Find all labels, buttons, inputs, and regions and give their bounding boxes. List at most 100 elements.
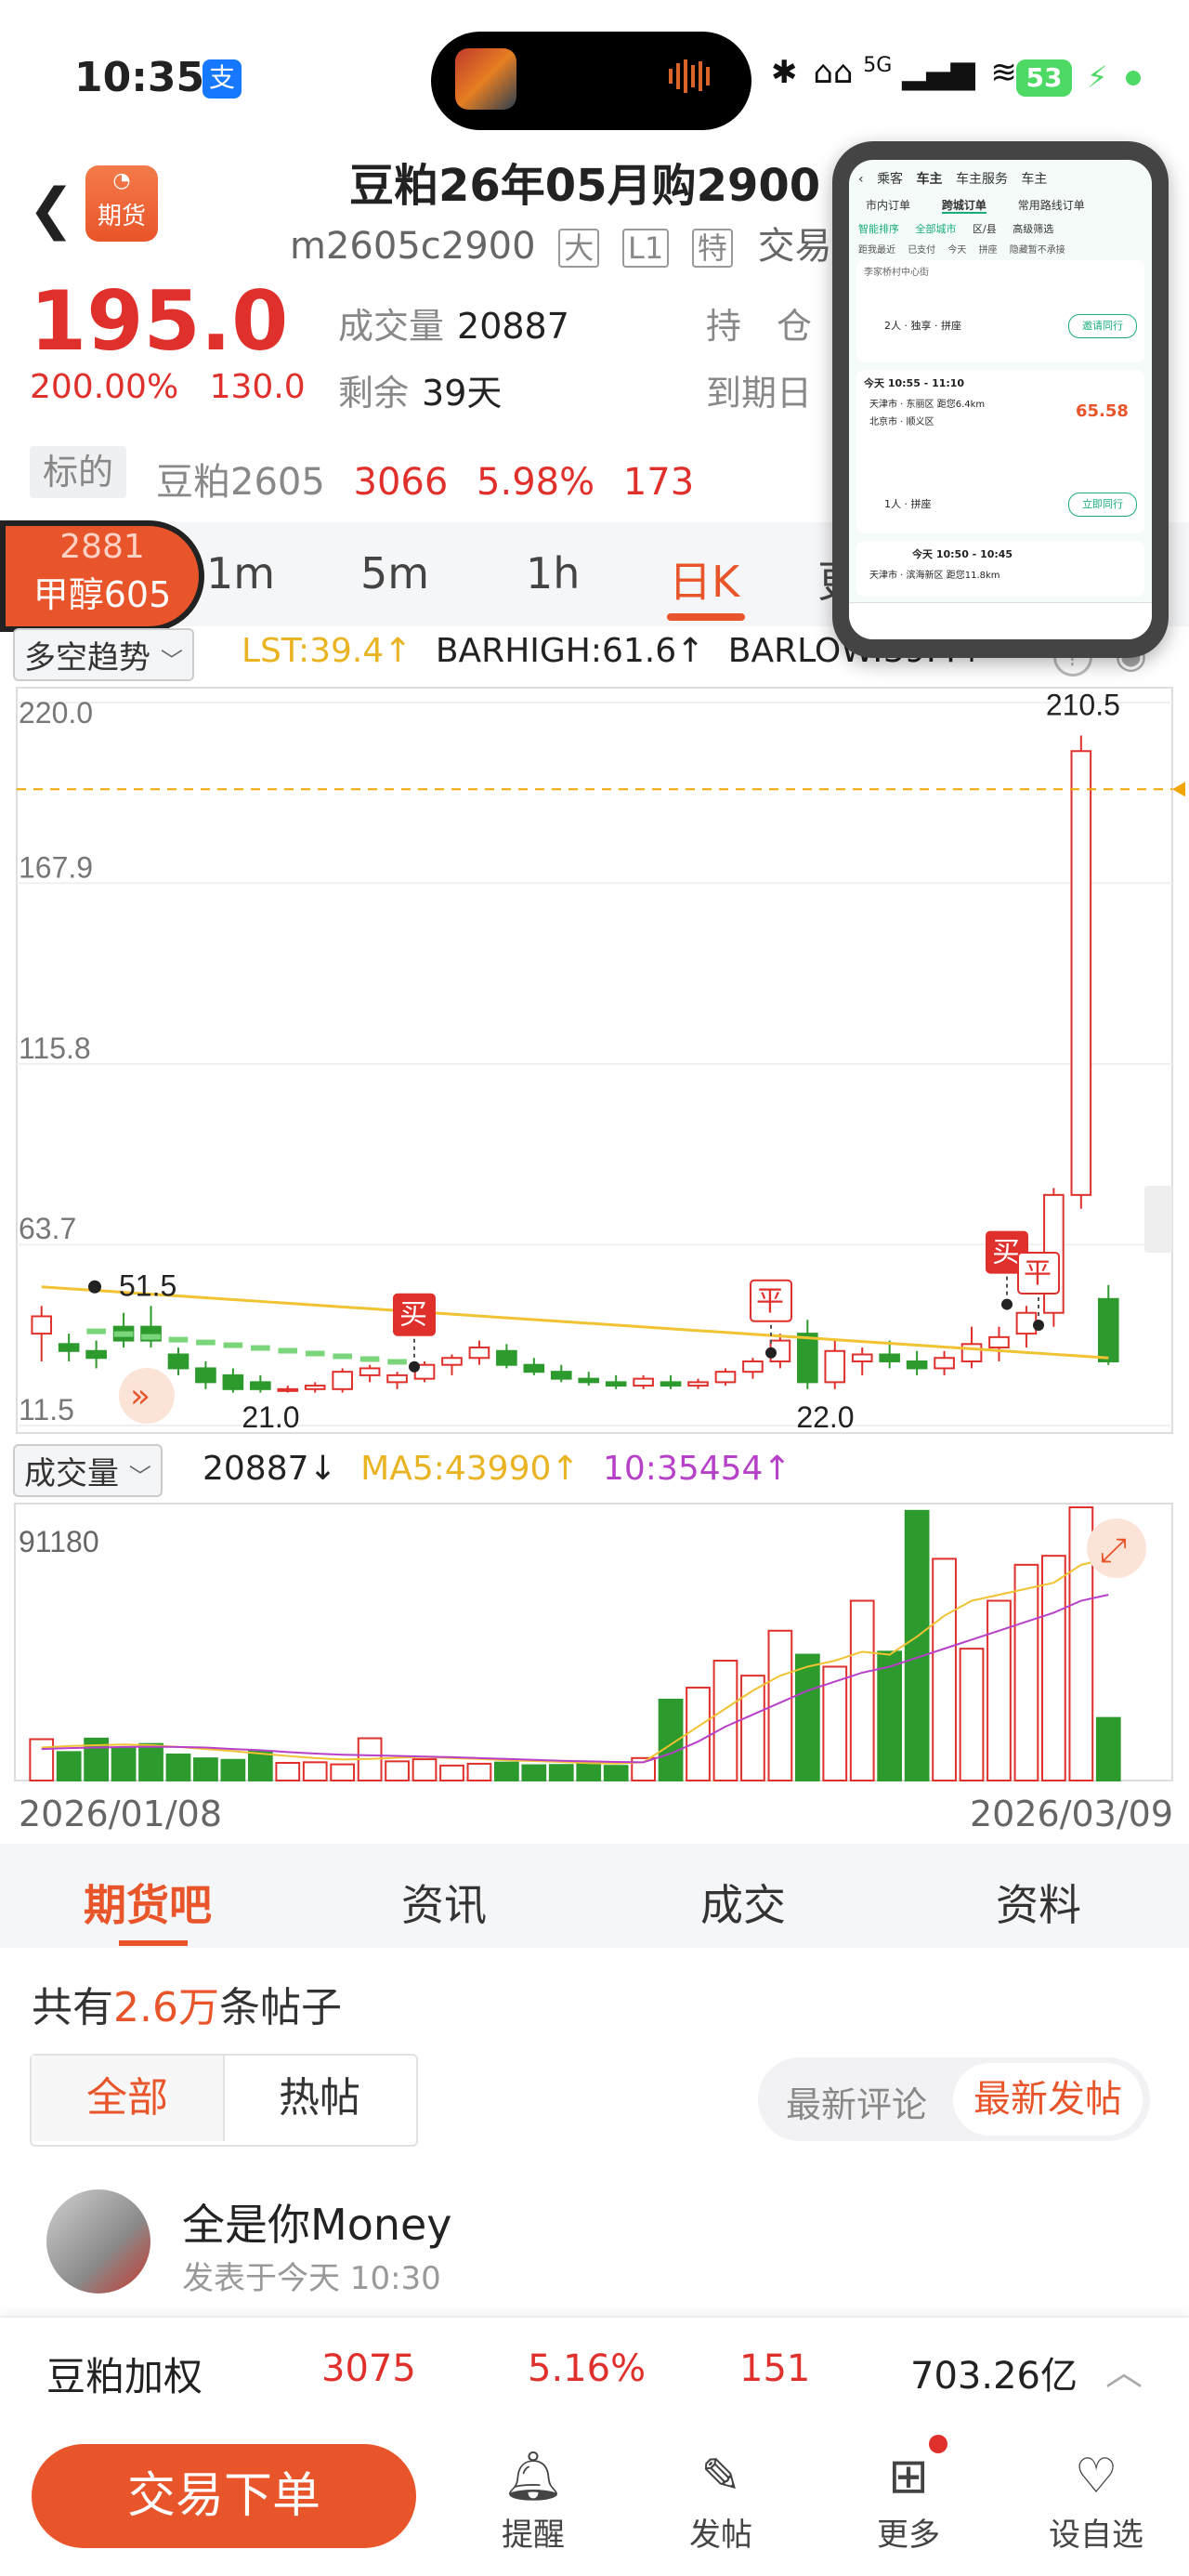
nav-more[interactable]: ⊞ 更多 <box>853 2444 964 2555</box>
tab-trades[interactable]: 成交 <box>700 1872 786 1933</box>
candle-body <box>250 1381 271 1390</box>
volume-chart[interactable]: 91180 ⤢ <box>0 1487 1189 1784</box>
price-change: 200.00% 130.0 <box>30 368 306 406</box>
close-signal-text: 平 <box>756 1285 784 1318</box>
end-date: 2026/03/09 <box>970 1794 1174 1834</box>
hold-label: 持 仓 <box>706 306 813 347</box>
nav-watchlist[interactable]: ♡ 设自选 <box>1040 2444 1152 2555</box>
pip-chip-nearest[interactable]: 距我最近 <box>858 245 895 256</box>
floating-quote-badge[interactable]: 2881 甲醇605 <box>0 520 204 632</box>
pip-tab-driver[interactable]: 车主 <box>917 172 943 187</box>
pip-tab-passenger[interactable]: 乘客 <box>877 172 903 187</box>
charging-icon: ⚡ <box>1087 59 1108 95</box>
tab-underline <box>667 613 745 621</box>
volume-bar <box>412 1758 438 1781</box>
pip-order-card-3[interactable]: 今天 10:50 - 10:45 天津市 · 滨海新区 距您11.8km <box>856 541 1144 597</box>
pip-order-card-2[interactable]: 今天 10:55 - 11:10 天津市 · 东丽区 距您6.4km 北京市 ·… <box>856 370 1144 533</box>
indicator-select[interactable]: 多空趋势 ﹀ <box>13 628 194 681</box>
candle-body <box>550 1371 572 1380</box>
pip-filter-sort[interactable]: 智能排序 <box>858 223 899 235</box>
tab-daily[interactable]: 日K <box>669 548 739 610</box>
tab-5m[interactable]: 5m <box>360 548 429 598</box>
candle-body <box>879 1353 900 1362</box>
candle-body <box>960 1343 983 1362</box>
candle-body <box>523 1363 545 1373</box>
tab-info[interactable]: 资料 <box>996 1872 1081 1933</box>
bar-indicator <box>168 1336 189 1343</box>
underlying-pct: 5.98% <box>477 461 595 504</box>
tab-futures-forum[interactable]: 期货吧 <box>84 1872 212 1933</box>
post-username[interactable]: 全是你Money <box>182 2191 452 2253</box>
tag-l1: L1 <box>622 229 670 268</box>
candle-body <box>195 1367 216 1384</box>
tag-big: 大 <box>558 229 600 268</box>
pip-subtab-intercity[interactable]: 跨城订单 <box>941 199 986 214</box>
pip-filter-city[interactable]: 全部城市 <box>916 223 957 235</box>
candle-body <box>797 1333 818 1384</box>
pip-invite-button[interactable]: 邀请同行 <box>1068 314 1137 338</box>
nav-post[interactable]: ✎ 发帖 <box>665 2444 777 2555</box>
candle-body <box>934 1357 955 1370</box>
underlying-row[interactable]: 豆粕2605 3066 5.98% 173 <box>156 452 694 506</box>
barhigh-value: BARHIGH:61.6↑ <box>435 632 705 670</box>
volume-bar <box>138 1742 163 1781</box>
pip-subtab-city[interactable]: 市内订单 <box>866 199 910 212</box>
pip-tab-service[interactable]: 车主服务 <box>956 172 1008 187</box>
pip-filter-district[interactable]: 区/县 <box>973 223 997 235</box>
candle-body <box>58 1343 80 1352</box>
volume-bar <box>1041 1555 1066 1781</box>
pip-top-tabs: ‹ 乘客 车主 车主服务 车主 <box>858 169 1047 188</box>
audio-wave-icon <box>669 58 725 95</box>
min-label-right: 22.0 <box>796 1400 854 1434</box>
sort-latest-comment[interactable]: 最新评论 <box>786 2076 927 2127</box>
pip-order-card-1[interactable]: 李家桥村中心街 2人 · 独享 · 拼座 邀请同行 <box>856 260 1144 362</box>
volume-bar <box>29 1738 55 1781</box>
candlestick-chart[interactable]: 220.0 167.9 115.8 63.7 11.5 210.5 21.0 22.0 51.5… <box>0 678 1189 1459</box>
volume-label: 成交量 <box>338 306 445 347</box>
pip-subtab-routes[interactable]: 常用路线订单 <box>1018 199 1085 212</box>
tab-1m[interactable]: 1m <box>206 548 275 598</box>
back-icon[interactable]: ❮ <box>28 177 74 242</box>
pip-join-button[interactable]: 立即同行 <box>1068 493 1137 517</box>
float-price: 2881 <box>59 528 145 566</box>
pip-filter-advanced[interactable]: 高级筛选 <box>1013 223 1053 235</box>
min-label-left: 21.0 <box>242 1400 299 1434</box>
filter-all[interactable]: 全部 <box>32 2056 223 2141</box>
earbuds-icon: ⌂⌂ <box>813 54 854 91</box>
chevron-up-icon[interactable]: ︿ <box>1105 2342 1143 2396</box>
section-tab-underline <box>119 1940 188 1946</box>
candle-body <box>167 1353 189 1370</box>
pip-chips: 距我最近 已支付 今天 拼座 隐藏暂不承接 <box>858 242 1065 256</box>
pip-back-icon[interactable]: ‹ <box>858 172 864 187</box>
avatar[interactable] <box>46 2189 150 2293</box>
pip-content[interactable]: ‹ 乘客 车主 车主服务 车主 市内订单 跨城订单 常用路线订单 智能排序 全部… <box>849 160 1152 639</box>
pip-chip-hide[interactable]: 隐藏暂不承接 <box>1010 245 1065 256</box>
filter-hot[interactable]: 热帖 <box>223 2056 414 2141</box>
pip-tab-driver2[interactable]: 车主 <box>1021 172 1047 187</box>
close-signal-2-text: 平 <box>1024 1257 1052 1290</box>
tab-news[interactable]: 资讯 <box>401 1872 487 1933</box>
nav-watchlist-label: 设自选 <box>1049 2517 1143 2554</box>
alipay-icon: 支 <box>203 59 242 99</box>
tab-1h[interactable]: 1h <box>526 548 580 598</box>
contract-code: m2605c2900 <box>290 225 536 268</box>
pip-chip-paid[interactable]: 已支付 <box>908 245 935 256</box>
bar-indicator <box>387 1359 407 1365</box>
y-tick-label: 115.8 <box>19 1032 91 1065</box>
bar-indicator <box>141 1334 161 1340</box>
nav-remind[interactable]: 🔔︎ 提醒 <box>477 2444 589 2555</box>
signal-icon: ▂▄▆ <box>902 54 975 91</box>
volume-bar <box>247 1750 273 1782</box>
pip-chip-today[interactable]: 今天 <box>947 245 966 256</box>
trade-order-button[interactable]: 交易下单 <box>32 2444 416 2548</box>
y-tick-label: 220.0 <box>19 696 93 729</box>
pip-chip-shared[interactable]: 拼座 <box>979 245 998 256</box>
bar-indicator <box>278 1347 298 1354</box>
chevron-down-icon: ﹀ <box>160 648 183 674</box>
sort-latest-post[interactable]: 最新发帖 <box>953 2063 1143 2136</box>
post-count-prefix: 共有 <box>32 1984 113 2031</box>
bar-indicator <box>359 1356 380 1362</box>
volume-values: 20887↓ MA5:43990↑ 10:35454↑ <box>203 1450 791 1488</box>
logo-text: 期货 <box>97 203 146 230</box>
candle-body <box>1015 1311 1038 1335</box>
